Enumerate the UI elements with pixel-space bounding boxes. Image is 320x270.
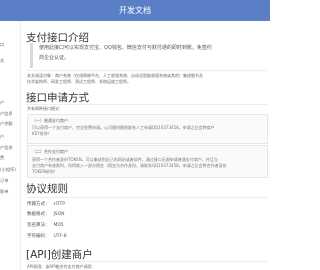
protocol-row: 签名算法： MD5 (27, 222, 64, 228)
protocol-key: 传输方式： (27, 202, 50, 207)
protocol-value: JSON (53, 212, 65, 217)
sidebar-item[interactable]: 费 (0, 155, 4, 161)
divider (27, 70, 268, 71)
paragraph: 技术架构师、研发工程师、测试工程师、系统运维工程师。 (27, 79, 131, 84)
sidebar: 口 式 户 户信息 户余额 户 户信息 费 (小程序) 订单 款单 (0, 21, 21, 270)
card-line: 可以获得一个支付商户，完全免费申请。公司随时随地联系人工申请QQ10373458… (32, 125, 215, 130)
protocol-key: 签名算法： (27, 223, 50, 228)
intro-line: 商企业认证。 (39, 55, 70, 61)
protocol-value: HTTP (53, 202, 65, 207)
intro-blockquote: 使用此接口可以实现支付宝、QQ钱包、微信支付与财付通的即时到账，免签约 商企业认… (30, 43, 268, 68)
header-title: 开发文档 (119, 6, 151, 15)
protocol-title: 协议规则 (26, 183, 68, 195)
card-line: TOKEN给你！ (32, 169, 58, 174)
divider (27, 104, 268, 105)
api-permission-note: API权限：该API能合作支付商户调用 (27, 264, 92, 269)
sidebar-item[interactable]: 式 (0, 58, 4, 64)
merchant-type-card: （一）普通支付商户 可以获得一个支付商户，完全免费申请。公司随时随地联系人工申请… (27, 114, 268, 144)
sidebar-item[interactable]: 户 (0, 100, 4, 106)
sidebar-item[interactable]: 户 (0, 134, 4, 140)
sidebar-item[interactable]: (小程序) (0, 167, 16, 173)
protocol-row: 数据格式： JSON (27, 211, 65, 217)
card-title: （二）合作支付商户 (32, 149, 68, 154)
sidebar-item[interactable]: 户信息 (0, 111, 13, 117)
protocol-row: 传输方式： HTTP (27, 201, 65, 207)
intro-line: 使用此接口可以实现支付宝、QQ钱包、微信支付与财付通的即时到账，免签约 (39, 45, 212, 51)
divider (27, 261, 268, 262)
protocol-value: MD5 (53, 223, 64, 228)
sidebar-item[interactable]: 口 (0, 42, 4, 48)
sidebar-item[interactable]: 户信息 (0, 145, 13, 151)
protocol-value: UTF-8 (53, 234, 67, 239)
card-title: （一）普通支付商户 (32, 118, 68, 123)
apply-title: 接口申请方式 (26, 92, 89, 104)
sidebar-item[interactable]: 户余额 (0, 121, 13, 127)
protocol-key: 字符编码： (27, 234, 50, 239)
card-line: 支付商户有收款时，所得收入一部分佣金（佣金为合作身份，请联系QQ10373458… (32, 163, 227, 168)
divider (27, 197, 268, 198)
merchant-type-card: （二）合作支付商户 获得一个合作者身份TOKEN，可以集成到自己的网站或者软件，… (27, 145, 268, 178)
api-title: [API]创建商户 (26, 249, 93, 261)
card-line: KEY给你！ (32, 131, 52, 136)
main-content: 支付接口介绍 使用此接口可以实现支付宝、QQ钱包、微信支付与财付通的即时到账，免… (22, 21, 268, 270)
protocol-key: 数据格式： (27, 212, 50, 217)
sidebar-item[interactable]: 款单 (0, 189, 8, 195)
apply-subtitle: 共有两种接口模式： (27, 106, 63, 111)
page-header: 开发文档 (0, 0, 270, 21)
sidebar-item[interactable]: 订单 (0, 178, 8, 184)
protocol-row: 字符编码： UTF-8 (27, 233, 67, 239)
